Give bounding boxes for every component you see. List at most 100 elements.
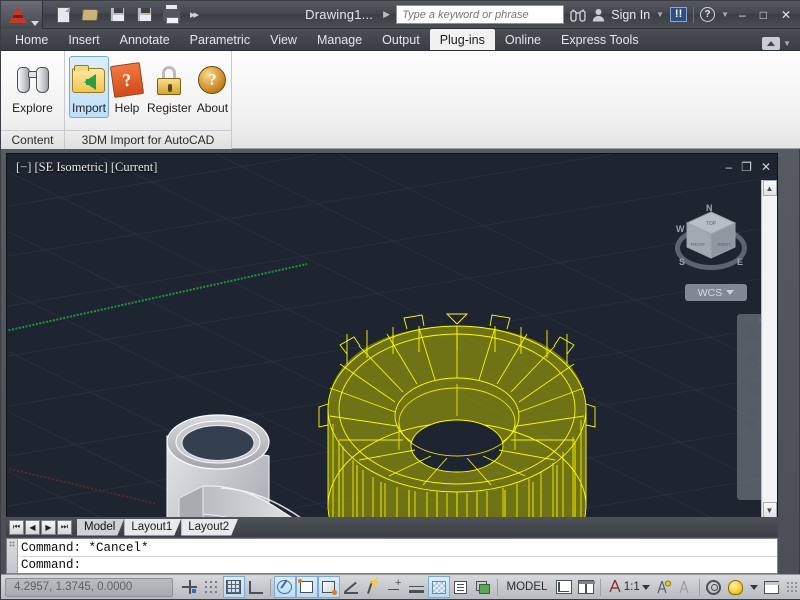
quick-view-layouts-icon[interactable]: [575, 576, 597, 598]
close-window-button[interactable]: ✕: [777, 8, 795, 22]
about-button[interactable]: ? About: [195, 56, 230, 118]
import-button[interactable]: Import: [69, 56, 109, 118]
chevron-down-icon[interactable]: [749, 584, 758, 590]
help-button[interactable]: Help: [109, 56, 145, 118]
quick-properties-toggle[interactable]: [450, 576, 472, 598]
new-file-icon[interactable]: [51, 4, 75, 26]
annotation-visibility-icon[interactable]: [653, 576, 675, 598]
annotation-scale-control[interactable]: 1:1: [608, 579, 650, 596]
maximize-window-button[interactable]: □: [756, 8, 771, 22]
sign-in-button[interactable]: Sign In: [611, 8, 650, 22]
drawing-close-button[interactable]: ✕: [761, 160, 771, 174]
view-cube-compass-labels: N W S E: [673, 202, 749, 278]
selection-cycling-toggle[interactable]: [472, 576, 494, 598]
vertical-scroll-track[interactable]: [762, 196, 777, 502]
transparency-toggle[interactable]: [427, 576, 450, 598]
command-history: Command: *Cancel* Command:: [18, 539, 777, 573]
last-tab-button[interactable]: ⏭: [57, 519, 72, 535]
hardware-lightbulb-icon[interactable]: [725, 576, 747, 598]
snap-mode-toggle[interactable]: [179, 576, 201, 598]
ribbon-tab-insert[interactable]: Insert: [58, 29, 109, 50]
next-tab-button[interactable]: ▶: [41, 519, 56, 535]
object-snap-toggle[interactable]: [295, 576, 318, 598]
save-icon[interactable]: [105, 4, 129, 26]
zoom-chevron-icon[interactable]: [748, 400, 756, 404]
command-line-grip[interactable]: [7, 539, 18, 573]
application-menu-button[interactable]: [1, 0, 43, 29]
grid-display-toggle[interactable]: [201, 576, 223, 598]
ribbon-tab-output[interactable]: Output: [372, 29, 430, 50]
drawing-minimize-button[interactable]: –: [725, 160, 732, 174]
scroll-up-arrow-icon[interactable]: ▲: [762, 180, 777, 196]
ribbon-tab-home[interactable]: Home: [5, 29, 58, 50]
resize-grip-icon[interactable]: [786, 581, 798, 593]
ribbon-minimize-control[interactable]: ▼: [762, 37, 800, 50]
previous-tab-button[interactable]: ◀: [25, 519, 40, 535]
viewport-label[interactable]: [−] [SE Isometric] [Current]: [16, 160, 157, 175]
workspace-gear-icon[interactable]: [703, 576, 725, 598]
object-snap-tracking-toggle[interactable]: [340, 576, 362, 598]
annotation-scale-value[interactable]: 1:1: [624, 581, 640, 593]
grid-toggle[interactable]: [222, 576, 245, 598]
panel-title-content: Content: [1, 130, 64, 149]
vertical-scrollbar[interactable]: ▲ ▼: [761, 180, 777, 518]
polar-tracking-toggle[interactable]: [273, 576, 296, 598]
layout-tab-layout1[interactable]: Layout1: [124, 519, 181, 536]
search-box[interactable]: [396, 5, 565, 24]
drawing-canvas[interactable]: TOP FRONT RIGHT N W S E WCS ✕: [7, 154, 777, 534]
search-input[interactable]: [402, 8, 559, 21]
ribbon-tab-annotate[interactable]: Annotate: [110, 29, 180, 50]
divider: [599, 578, 601, 596]
user-avatar-icon[interactable]: [592, 8, 605, 22]
chevron-down-icon[interactable]: [31, 20, 39, 26]
document-list-chevron-icon[interactable]: ▶: [383, 9, 390, 20]
chevron-down-icon[interactable]: [641, 584, 650, 590]
dynamic-ucs-toggle[interactable]: [362, 576, 384, 598]
ribbon-tab-view[interactable]: View: [260, 29, 307, 50]
layout-tab-bar: ⏮ ◀ ▶ ⏭ Model Layout1 Layout2: [6, 517, 778, 537]
compass-west-label: W: [676, 224, 685, 234]
steering-wheel-chevron-icon[interactable]: [748, 345, 756, 349]
model-space-icon[interactable]: [553, 576, 575, 598]
help-icon[interactable]: ?: [700, 7, 716, 22]
view-cube[interactable]: TOP FRONT RIGHT N W S E: [673, 202, 749, 278]
layout-tab-model[interactable]: Model: [77, 519, 124, 536]
ribbon-tab-parametric[interactable]: Parametric: [180, 29, 260, 50]
first-tab-button[interactable]: ⏮: [9, 519, 24, 535]
compass-north-label: N: [706, 203, 713, 213]
clean-screen-icon[interactable]: [761, 576, 783, 598]
search-binoculars-icon[interactable]: [570, 8, 586, 22]
orbit-chevron-icon[interactable]: [748, 430, 756, 434]
autodesk-exchange-icon[interactable]: !!: [670, 7, 688, 22]
divider: [496, 578, 498, 596]
plot-icon[interactable]: [159, 4, 183, 26]
auto-scale-icon[interactable]: [674, 576, 696, 598]
space-toggle-button[interactable]: MODEL: [501, 581, 554, 593]
scroll-down-arrow-icon[interactable]: ▼: [762, 502, 777, 518]
ribbon-tab-online[interactable]: Online: [495, 29, 551, 50]
chevron-down-icon[interactable]: [726, 290, 735, 295]
coordinate-display[interactable]: 4.2957, 1.3745, 0.0000: [5, 577, 173, 597]
register-button[interactable]: Register: [145, 56, 194, 118]
ribbon-tab-express-tools[interactable]: Express Tools: [551, 29, 649, 50]
3d-object-snap-toggle[interactable]: [317, 576, 340, 598]
qat-overflow-icon[interactable]: ▸▸: [186, 8, 201, 21]
sign-in-chevron-icon[interactable]: ▼: [656, 10, 664, 19]
explore-button[interactable]: Explore: [5, 56, 60, 118]
ortho-mode-toggle[interactable]: [245, 576, 267, 598]
ribbon-tab-plug-ins[interactable]: Plug-ins: [429, 29, 495, 50]
help-chevron-icon[interactable]: ▼: [721, 10, 729, 19]
ribbon-tab-manage[interactable]: Manage: [307, 29, 372, 50]
dynamic-input-toggle[interactable]: [384, 576, 406, 598]
command-line-window[interactable]: Command: *Cancel* Command:: [6, 538, 778, 574]
drawing-restore-button[interactable]: ❐: [741, 160, 752, 174]
layout-tab-layout2[interactable]: Layout2: [181, 519, 238, 536]
chevron-down-icon[interactable]: ▼: [783, 39, 791, 48]
ucs-selector-dropdown[interactable]: WCS: [685, 284, 747, 301]
ribbon-minimize-icon[interactable]: [762, 37, 781, 50]
minimize-window-button[interactable]: –: [735, 8, 750, 22]
command-input-line[interactable]: Command:: [21, 557, 777, 574]
lineweight-toggle[interactable]: [406, 576, 428, 598]
open-file-icon[interactable]: [78, 4, 102, 26]
save-as-icon[interactable]: [132, 4, 156, 26]
